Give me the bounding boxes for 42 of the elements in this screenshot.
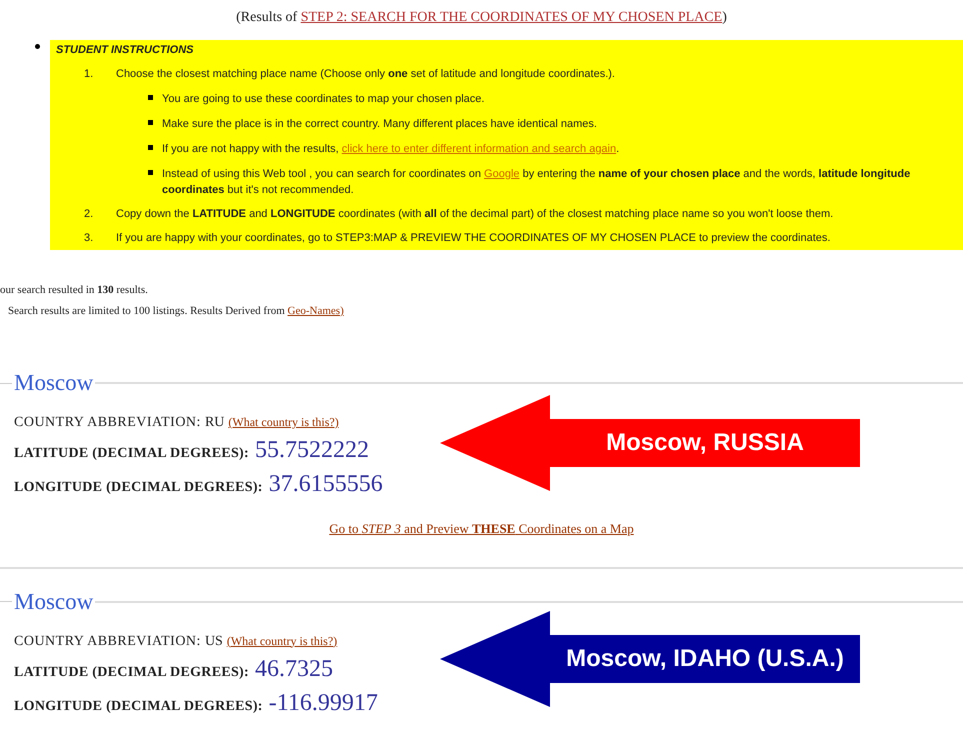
coordinate-value: 37.6155556 [268, 470, 383, 499]
link[interactable]: (What country is this?) [226, 628, 338, 652]
coordinate-value: 55.7522222 [255, 436, 369, 465]
field-label: LATITUDE (DECIMAL DEGREES): [14, 445, 249, 463]
country-code: US [204, 632, 223, 650]
list-item-text: You are going to use these coordinates to map your chosen place. [162, 92, 486, 107]
link[interactable]: (What country is this?) [228, 410, 339, 434]
link[interactable]: Google [484, 168, 520, 180]
step-text: Copy down the LATITUDE and LONGITUDE coordinates (with all of the decimal part) of the closest matching place name so you won't loose them. [116, 207, 834, 222]
list-item-text: If you are not happy with the results, click here to enter different information and search again. [162, 142, 620, 157]
list-item-text: Make sure the place is in the correct country. Many different places have identical names. [162, 117, 598, 132]
field-label: LONGITUDE (DECIMAL DEGREES): [14, 479, 263, 497]
place-heading: Moscow [13, 588, 94, 614]
instructions-title: STUDENT INSTRUCTIONS [56, 43, 194, 58]
link[interactable]: STEP 2: SEARCH FOR THE COORDINATES OF MY CHOSEN PLACE [300, 10, 722, 25]
field-label: LATITUDE (DECIMAL DEGREES): [14, 664, 249, 682]
field-label: COUNTRY ABBREVIATION: [14, 414, 201, 432]
bullet-icon [148, 145, 153, 150]
result-limit-text: Search results are limited to 100 listings. Results Derived from Geo-Names) [7, 304, 345, 319]
step-text: Choose the closest matching place name (Choose only one set of latitude and longitude coordinates.). [116, 67, 616, 82]
bullet-icon [148, 95, 153, 100]
list-item-text: Instead of using this Web tool , you can search for coordinates on Google by entering the name of your chosen place and the words, latitude longitude coordinates but it's not recommended. [162, 167, 912, 198]
field-label: COUNTRY ABBREVIATION: [14, 632, 201, 650]
page-subtitle: (Results of STEP 2: SEARCH FOR THE COORDINATES OF MY CHOSEN PLACE) [235, 9, 728, 27]
link[interactable]: Geo-Names) [288, 305, 344, 317]
link[interactable]: Go to STEP 3 and Preview THESE Coordinates on a Map [329, 521, 634, 536]
place-heading: Moscow [13, 370, 94, 396]
bullet-icon [35, 44, 40, 49]
field-label: LONGITUDE (DECIMAL DEGREES): [14, 698, 263, 716]
bullet-icon [148, 170, 153, 175]
step-number: 3. [84, 231, 94, 246]
step-number: 2. [84, 207, 94, 222]
coordinate-value: 46.7325 [255, 654, 333, 684]
country-code: RU [204, 414, 224, 432]
step-text: If you are happy with your coordinates, go to STEP3:MAP & PREVIEW THE COORDINATES OF MY CHOSEN PLACE to preview the coordinates. [116, 231, 832, 246]
link[interactable]: click here to enter different information and search again [342, 143, 616, 155]
callout-label: Moscow, IDAHO (U.S.A.) [565, 644, 845, 674]
bullet-icon [148, 120, 153, 125]
coordinate-value: -116.99917 [268, 688, 378, 718]
result-count-text: our search resulted in 130 results. [0, 283, 149, 298]
step-number: 1. [84, 67, 94, 82]
callout-label: Moscow, RUSSIA [605, 428, 805, 458]
